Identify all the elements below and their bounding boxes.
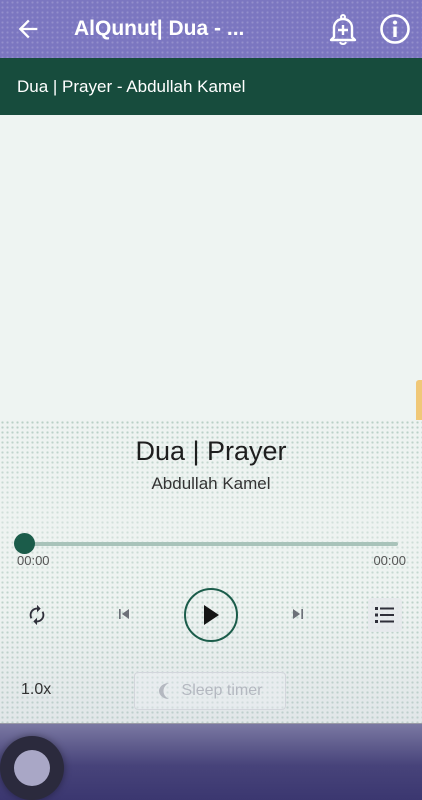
info-button[interactable]: [378, 12, 412, 46]
moon-icon: [158, 683, 169, 699]
arrow-left-icon: [18, 19, 38, 39]
skip-previous-icon: [119, 609, 129, 619]
page-title: AlQunut| Dua - ...: [74, 17, 245, 40]
track-header: Dua | Prayer - Abdullah Kamel: [0, 58, 422, 115]
floating-button-dot: [14, 750, 50, 786]
play-button[interactable]: [184, 588, 238, 642]
skip-next-icon: [293, 609, 303, 619]
current-time: 00:00: [17, 553, 50, 568]
seek-bar[interactable]: [24, 542, 398, 546]
repeat-button[interactable]: [22, 600, 52, 630]
add-reminder-button[interactable]: [326, 12, 360, 46]
info-icon: [380, 14, 410, 44]
seek-thumb[interactable]: [13, 533, 35, 554]
skip-previous-button[interactable]: [111, 601, 137, 627]
sleep-timer-label: Sleep timer: [181, 682, 263, 699]
track-title: Dua | Prayer: [135, 436, 287, 466]
queue-list-icon: [375, 607, 394, 623]
track-header-label: Dua | Prayer - Abdullah Kamel: [17, 76, 246, 96]
queue-button[interactable]: [368, 598, 402, 632]
track-artist: Abdullah Kamel: [151, 474, 271, 493]
bell-plus-icon: [329, 14, 357, 45]
sleep-timer-button[interactable]: Sleep timer: [134, 672, 286, 710]
back-button[interactable]: [12, 13, 44, 45]
total-time: 00:00: [373, 553, 406, 568]
repeat-icon: [29, 604, 45, 626]
play-icon: [204, 605, 219, 625]
app-bar: AlQunut| Dua - ...: [0, 0, 422, 58]
album-artwork-area: [0, 115, 422, 420]
skip-next-button[interactable]: [285, 601, 311, 627]
floating-assistant-button[interactable]: [0, 736, 64, 800]
playback-speed[interactable]: 1.0x: [21, 681, 51, 699]
